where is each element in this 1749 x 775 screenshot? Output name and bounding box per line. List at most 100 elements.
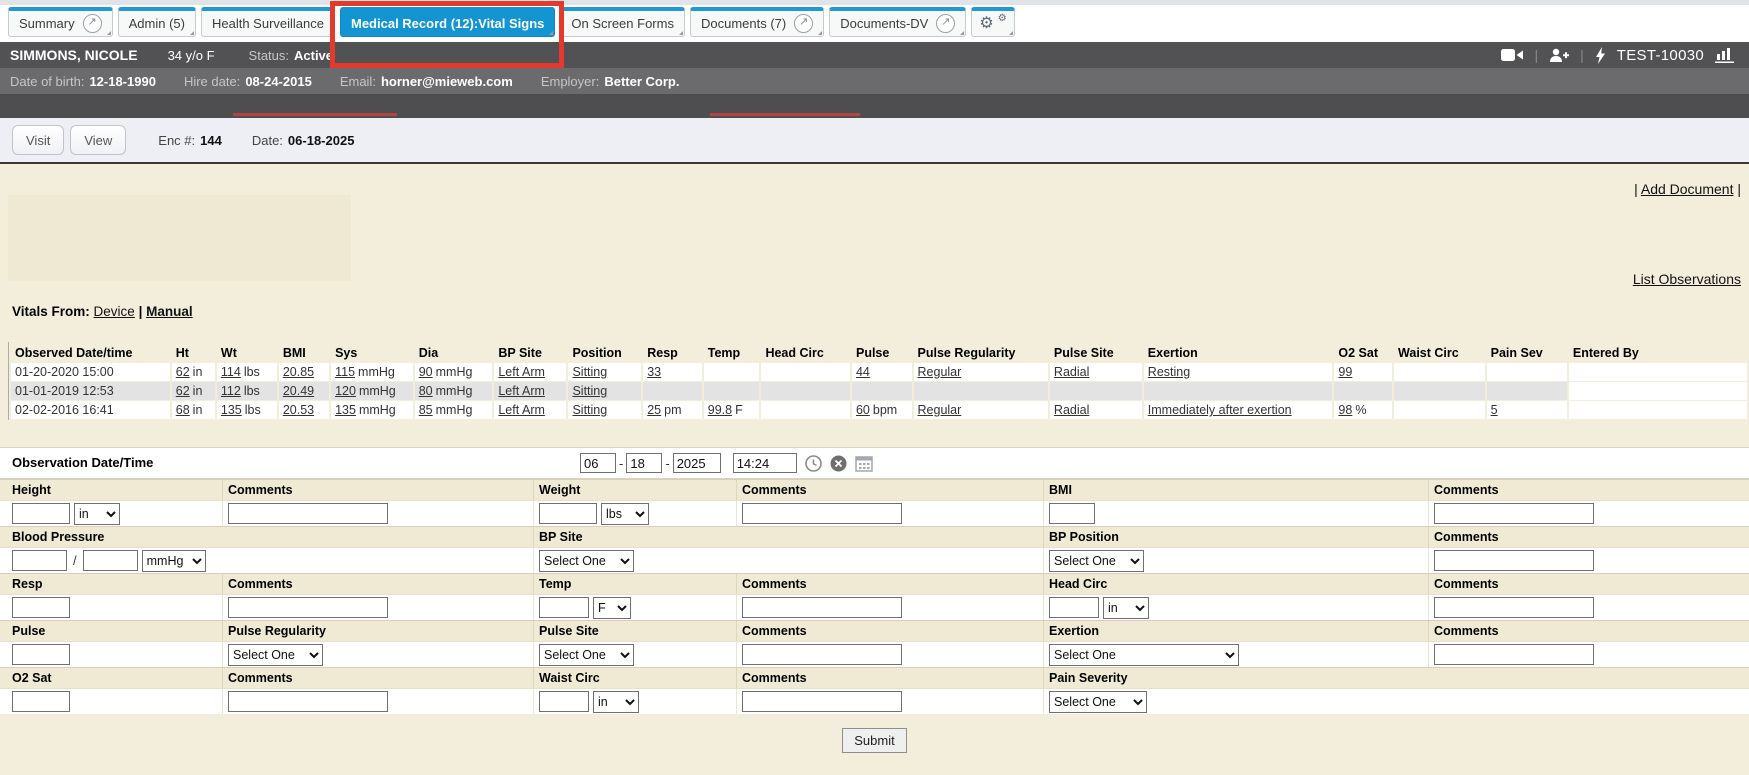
tab-admin[interactable]: Admin (5) bbox=[118, 7, 196, 37]
comments-input[interactable] bbox=[742, 503, 902, 524]
blood-pressure-input[interactable] bbox=[83, 550, 138, 571]
waist-circ-select[interactable]: in bbox=[593, 691, 639, 713]
vitals-value-link[interactable]: 60 bbox=[856, 403, 870, 417]
add-person-icon[interactable] bbox=[1549, 48, 1569, 63]
comments-input[interactable] bbox=[1434, 503, 1594, 524]
comments-input[interactable] bbox=[228, 597, 388, 618]
bmi-input[interactable] bbox=[1049, 503, 1095, 524]
temp-select[interactable]: F bbox=[593, 597, 631, 619]
comments-input[interactable] bbox=[1434, 550, 1594, 571]
vitals-value-link[interactable]: 112 bbox=[221, 384, 241, 398]
vitals-value-link[interactable]: 25 bbox=[647, 403, 661, 417]
vitals-value-link[interactable]: 33 bbox=[647, 365, 661, 379]
vitals-value-link[interactable]: 20.49 bbox=[283, 384, 314, 398]
comments-input[interactable] bbox=[742, 644, 902, 665]
vitals-value-link[interactable]: 20.53 bbox=[283, 403, 314, 417]
obs-day-input[interactable] bbox=[626, 453, 662, 473]
clear-icon[interactable] bbox=[830, 455, 847, 472]
pulse-site-select[interactable]: Select One bbox=[539, 644, 634, 666]
vitals-value-link[interactable]: 135 bbox=[221, 403, 242, 417]
bp-site-select[interactable]: Select One bbox=[539, 550, 634, 572]
vitals-value-link[interactable]: 62 bbox=[176, 384, 190, 398]
comments-input[interactable] bbox=[742, 597, 902, 618]
obs-time-input[interactable] bbox=[733, 453, 797, 473]
tab-documents-dv[interactable]: Documents-DV ↗ bbox=[829, 7, 966, 37]
calendar-icon[interactable] bbox=[855, 455, 873, 472]
vitals-value-link[interactable]: 99.8 bbox=[708, 403, 732, 417]
tab-on-screen-forms[interactable]: On Screen Forms bbox=[560, 7, 685, 37]
comments-input[interactable] bbox=[228, 503, 388, 524]
vitals-value-link[interactable]: Sitting bbox=[572, 365, 607, 379]
submit-button[interactable]: Submit bbox=[842, 728, 906, 753]
vitals-value-link[interactable]: 44 bbox=[856, 365, 870, 379]
settings-button[interactable]: ⚙⚙ bbox=[971, 7, 1014, 37]
resp-input[interactable] bbox=[12, 597, 70, 618]
visit-date-value: 06-18-2025 bbox=[288, 133, 355, 148]
table-row: 02-02-2016 16:4168in135lbs20.53135mmHg85… bbox=[11, 401, 1747, 419]
vitals-value-link[interactable]: Immediately after exertion bbox=[1148, 403, 1292, 417]
head-circ-input[interactable] bbox=[1049, 597, 1099, 618]
vitals-value-link[interactable]: Radial bbox=[1054, 403, 1089, 417]
vitals-value-link[interactable]: 115 bbox=[335, 365, 355, 379]
height-input[interactable] bbox=[12, 503, 70, 524]
clock-icon[interactable] bbox=[805, 455, 822, 472]
vitals-value-link[interactable]: 99 bbox=[1338, 365, 1352, 379]
device-link[interactable]: Device bbox=[94, 304, 135, 319]
vitals-value-link[interactable]: Left Arm bbox=[498, 365, 545, 379]
vitals-value-link[interactable]: Left Arm bbox=[498, 384, 545, 398]
popout-icon[interactable]: ↗ bbox=[794, 14, 813, 33]
pulse-regularity-select[interactable]: Select One bbox=[228, 644, 323, 666]
view-button[interactable]: View bbox=[70, 125, 126, 155]
exertion-select[interactable]: Select One bbox=[1049, 644, 1239, 666]
vitals-value-link[interactable]: 5 bbox=[1491, 403, 1498, 417]
comments-input[interactable] bbox=[742, 691, 902, 712]
pain-severity-select[interactable]: Select One bbox=[1049, 691, 1147, 713]
lightning-icon[interactable] bbox=[1595, 47, 1606, 64]
vitals-value-link[interactable]: 20.85 bbox=[283, 365, 314, 379]
comments-input[interactable] bbox=[228, 691, 388, 712]
manual-link[interactable]: Manual bbox=[146, 304, 193, 319]
vitals-value-link[interactable]: 90 bbox=[419, 365, 433, 379]
obs-year-input[interactable] bbox=[673, 453, 721, 473]
vitals-value-link[interactable]: 135 bbox=[335, 403, 356, 417]
vitals-value-link[interactable]: Sitting bbox=[572, 384, 607, 398]
vitals-value-link[interactable]: 80 bbox=[419, 384, 433, 398]
vitals-value-link[interactable]: 62 bbox=[176, 365, 190, 379]
list-observations-link[interactable]: List Observations bbox=[1633, 271, 1741, 287]
head-circ-select[interactable]: in bbox=[1103, 597, 1149, 619]
popout-icon[interactable]: ↗ bbox=[83, 14, 102, 33]
weight-select[interactable]: lbs bbox=[601, 503, 649, 525]
popout-icon[interactable]: ↗ bbox=[936, 14, 955, 33]
vitals-value-link[interactable]: Sitting bbox=[572, 403, 607, 417]
temp-input[interactable] bbox=[539, 597, 589, 618]
tab-documents[interactable]: Documents (7) ↗ bbox=[690, 7, 824, 37]
vitals-value-link[interactable]: Regular bbox=[918, 403, 962, 417]
height-select[interactable]: in bbox=[74, 503, 120, 525]
vitals-value-link[interactable]: 68 bbox=[176, 403, 190, 417]
vitals-value-link[interactable]: Left Arm bbox=[498, 403, 545, 417]
vitals-value-link[interactable]: 114 bbox=[221, 365, 241, 379]
blood-pressure-input[interactable] bbox=[12, 550, 67, 571]
o2-sat-input[interactable] bbox=[12, 691, 70, 712]
tab-summary[interactable]: Summary ↗ bbox=[8, 7, 113, 37]
tab-medical-record-vital-signs[interactable]: Medical Record (12):Vital Signs bbox=[340, 7, 555, 37]
vitals-value-link[interactable]: 120 bbox=[335, 384, 356, 398]
vitals-value-link[interactable]: Resting bbox=[1148, 365, 1190, 379]
bp-position-select[interactable]: Select One bbox=[1049, 550, 1144, 572]
tab-health-surveillance[interactable]: Health Surveillance bbox=[201, 7, 335, 37]
vitals-value-link[interactable]: 98 bbox=[1338, 403, 1352, 417]
video-camera-icon[interactable] bbox=[1501, 48, 1524, 62]
vitals-value-link[interactable]: Regular bbox=[918, 365, 962, 379]
comments-input[interactable] bbox=[1434, 644, 1594, 665]
vitals-value-link[interactable]: 85 bbox=[419, 403, 433, 417]
add-document-link[interactable]: Add Document bbox=[1641, 181, 1734, 197]
waist-circ-input[interactable] bbox=[539, 691, 589, 712]
obs-month-input[interactable] bbox=[580, 453, 616, 473]
comments-input[interactable] bbox=[1434, 597, 1594, 618]
visit-button[interactable]: Visit bbox=[12, 125, 64, 155]
weight-input[interactable] bbox=[539, 503, 597, 524]
blood-pressure-select[interactable]: mmHg bbox=[142, 550, 206, 572]
bar-chart-icon[interactable] bbox=[1715, 47, 1735, 63]
pulse-input[interactable] bbox=[12, 644, 70, 665]
vitals-value-link[interactable]: Radial bbox=[1054, 365, 1089, 379]
